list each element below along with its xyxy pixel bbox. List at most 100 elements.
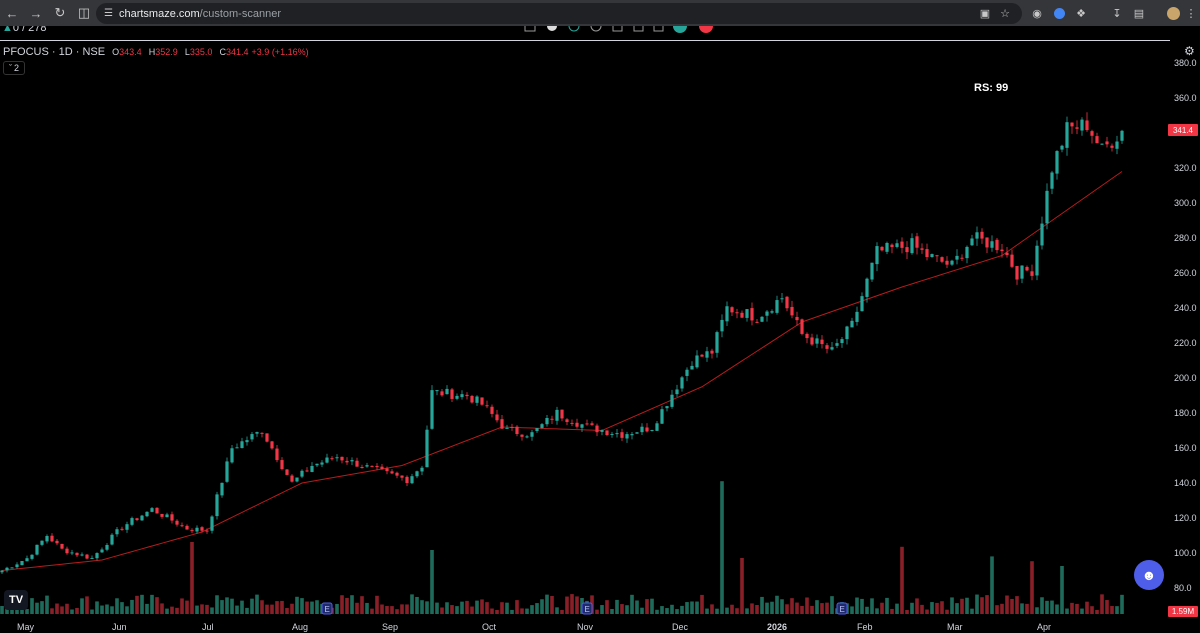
camera-icon[interactable]: ◉ <box>1028 4 1046 22</box>
volume-bar <box>605 600 609 614</box>
volume-bar <box>1110 606 1114 614</box>
candle-body <box>280 460 284 470</box>
volume-bar <box>1030 561 1034 614</box>
volume-bar <box>285 608 289 614</box>
volume-bar <box>110 606 114 614</box>
extension-blue-icon[interactable] <box>1050 4 1068 22</box>
candle-body <box>1100 143 1104 145</box>
reload-icon[interactable]: ↻ <box>48 0 72 26</box>
extensions-puzzle-icon[interactable]: ❖ <box>1072 4 1090 22</box>
tool-square3-icon[interactable] <box>653 26 664 32</box>
volume-bar <box>45 595 49 614</box>
candle-body <box>750 308 754 321</box>
volume-bar <box>745 608 749 614</box>
bookmark-star-icon[interactable]: ☆ <box>996 4 1014 22</box>
x-tick-label: Feb <box>857 622 873 632</box>
volume-bar <box>1060 566 1064 614</box>
candle-body <box>715 332 719 353</box>
volume-bar <box>85 596 89 614</box>
volume-bar <box>1015 596 1019 614</box>
volume-bar <box>155 597 159 614</box>
candle-body <box>810 337 814 345</box>
sell-dot-icon[interactable] <box>699 26 713 33</box>
volume-bar <box>1115 606 1119 614</box>
volume-bar <box>50 608 54 614</box>
volume-bar <box>365 602 369 614</box>
candle-body <box>1120 130 1124 141</box>
candle-body <box>55 540 59 544</box>
tradingview-logo[interactable]: TV <box>4 590 28 610</box>
candle-body <box>45 536 49 542</box>
candle-body <box>755 321 759 323</box>
volume-bar <box>245 607 249 614</box>
download-icon[interactable]: ↧ <box>1108 4 1126 22</box>
candle-body <box>300 470 304 477</box>
volume-bar <box>90 609 94 614</box>
candle-body <box>705 351 709 358</box>
volume-bar <box>875 608 879 614</box>
cast-icon[interactable]: ▣ <box>976 4 994 22</box>
candle-body <box>765 311 769 316</box>
address-bar[interactable]: ☰ chartsmaze.com/custom-scanner <box>96 3 1022 24</box>
volume-bar <box>610 608 614 614</box>
candle-body <box>125 524 129 530</box>
volume-bar <box>1095 609 1099 614</box>
volume-bar <box>525 608 529 614</box>
volume-bar <box>635 600 639 614</box>
volume-bar <box>145 603 149 614</box>
back-icon[interactable]: ← <box>0 0 24 26</box>
candle-body <box>360 466 364 468</box>
candle-body <box>975 232 979 239</box>
candle-body <box>305 470 309 472</box>
volume-bar <box>230 598 234 614</box>
volume-bar <box>60 606 64 614</box>
tool-circle-icon[interactable] <box>547 26 557 31</box>
forward-icon[interactable]: → <box>24 0 48 26</box>
tool-square-icon[interactable] <box>612 26 623 32</box>
volume-bar <box>1045 600 1049 614</box>
candle-body <box>945 260 949 265</box>
volume-bar <box>855 597 859 614</box>
candle-body <box>165 514 169 518</box>
volume-bar <box>660 606 664 614</box>
volume-bar <box>475 600 479 614</box>
counter-arrow-icon: ▲ <box>2 26 13 34</box>
earnings-marker-label: E <box>840 605 845 614</box>
menu-kebab-icon[interactable]: ⋮ <box>1182 4 1200 22</box>
volume-bar <box>255 594 259 614</box>
price-chart[interactable]: 380.0360.0340.0320.0300.0280.0260.0240.0… <box>0 41 1200 633</box>
volume-bar <box>535 603 539 614</box>
reading-list-icon[interactable]: ▤ <box>1130 4 1148 22</box>
site-info-icon[interactable]: ☰ <box>104 8 113 19</box>
candle-body <box>1115 141 1119 149</box>
volume-bar <box>135 595 139 614</box>
tool-square2-icon[interactable] <box>633 26 644 32</box>
volume-bar <box>65 603 69 614</box>
volume-bar <box>1035 607 1039 614</box>
candle-body <box>955 255 959 260</box>
tool-rect-icon[interactable] <box>524 26 536 32</box>
candle-body <box>270 441 274 449</box>
candle-body <box>1045 190 1049 224</box>
volume-bar <box>35 602 39 614</box>
buy-dot-icon[interactable] <box>673 26 687 33</box>
profile-avatar[interactable] <box>1164 4 1182 22</box>
candle-body <box>470 395 474 403</box>
x-tick-label: Mar <box>947 622 963 632</box>
volume-bar <box>645 599 649 614</box>
volume-bar <box>270 604 274 614</box>
tool-green-ring-icon[interactable] <box>568 26 580 32</box>
indicators-toggle-button[interactable]: ˇ2 <box>3 61 25 75</box>
volume-tag: 1.59M <box>1168 606 1198 617</box>
candle-body <box>920 248 924 250</box>
symbol-label[interactable]: PFOCUS · 1D · NSE <box>3 46 105 58</box>
candle-body <box>290 475 294 482</box>
x-tick-label: Sep <box>382 622 398 632</box>
volume-bar <box>970 608 974 614</box>
sidebar-icon[interactable]: ◫ <box>72 0 96 26</box>
assistant-bot-icon[interactable]: ☻ <box>1134 560 1164 590</box>
gear-icon[interactable]: ⚙ <box>1184 44 1198 58</box>
tool-ring-icon[interactable] <box>590 26 602 32</box>
volume-bar <box>890 608 894 614</box>
volume-bar <box>250 598 254 614</box>
